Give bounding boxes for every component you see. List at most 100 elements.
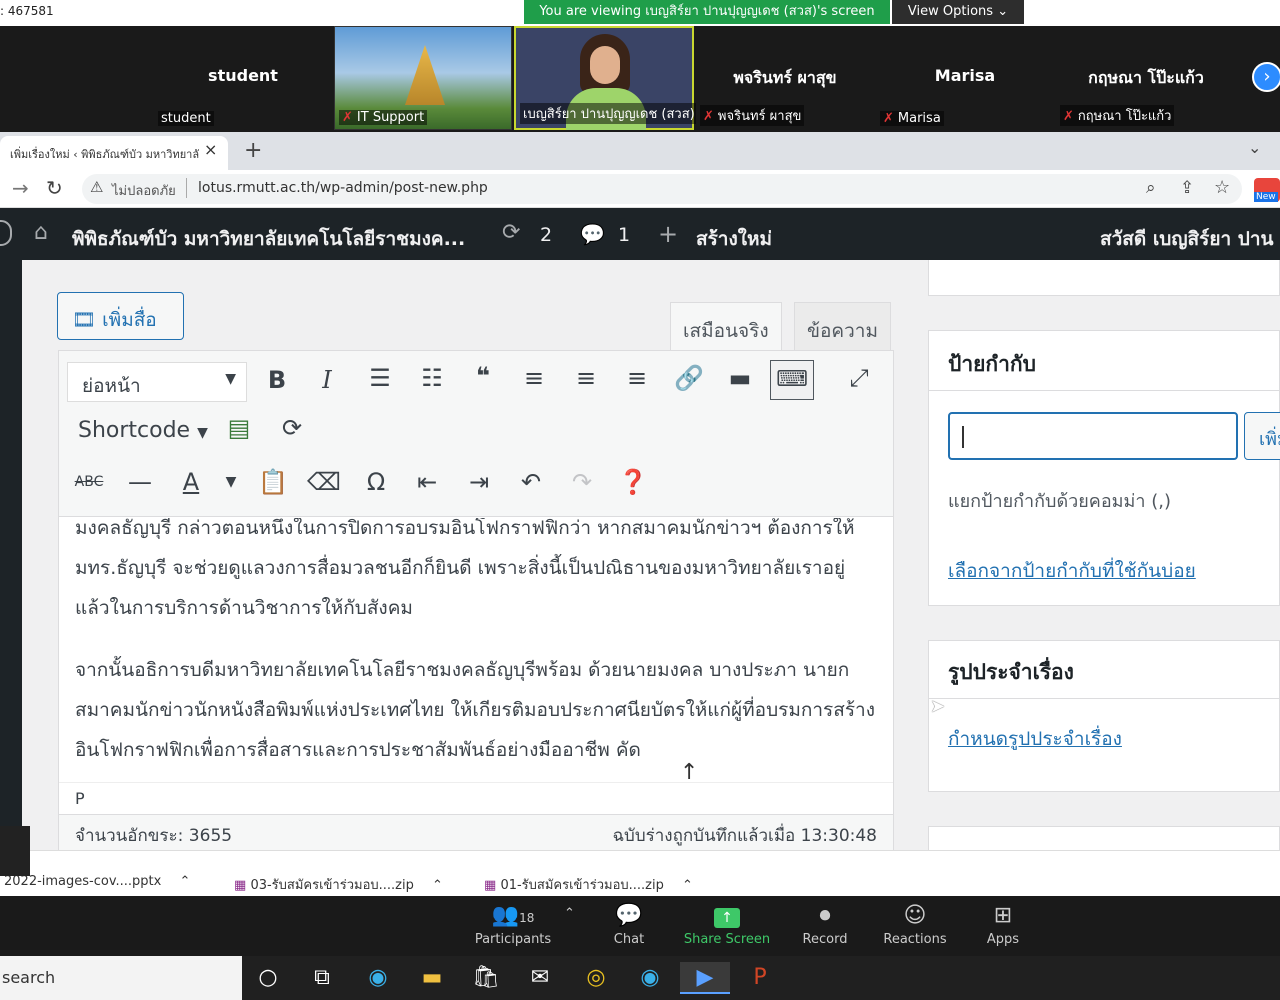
media-icon: 🎞 xyxy=(72,309,97,331)
apps-icon: ⊞ xyxy=(993,903,1013,928)
participant-caption: กฤษณา โป๊ะแก้ว xyxy=(1077,109,1172,124)
user-greeting[interactable]: สวัสดี เบญสิร์ยา ปาน xyxy=(1100,224,1274,254)
new-badge: New xyxy=(1254,192,1278,202)
tab-visual[interactable]: เสมือนจริง xyxy=(670,302,782,350)
tab-search-chevron-icon[interactable]: ⌄ xyxy=(1248,138,1261,157)
bold-icon[interactable]: B xyxy=(260,366,294,394)
text-color-dropdown-icon[interactable]: ▼ xyxy=(214,474,248,490)
undo-icon[interactable]: ↶ xyxy=(514,468,548,496)
bullet-list-icon[interactable]: ☰ xyxy=(363,364,397,392)
download-item[interactable]: ▦ 01-รับสมัครเข้าร่วมอบ....zip ⌃ xyxy=(484,874,693,895)
italic-icon[interactable]: I xyxy=(310,366,344,394)
store-icon[interactable]: 🛍 xyxy=(466,962,506,994)
share-screen-button[interactable]: ↑ Share Screen xyxy=(682,900,772,947)
warning-icon[interactable]: ⚠ xyxy=(90,178,103,196)
participant-tile[interactable]: ✗ IT Support xyxy=(334,26,512,130)
close-tab-icon[interactable]: × xyxy=(204,140,217,159)
database-icon[interactable]: ▤ xyxy=(222,414,256,442)
edge-icon[interactable]: ◉ xyxy=(358,962,398,994)
cortana-icon[interactable]: ○ xyxy=(248,962,288,994)
mic-muted-icon: ✗ xyxy=(703,109,714,124)
left-dark-panel xyxy=(0,826,30,876)
redo-icon[interactable]: ↷ xyxy=(565,468,599,496)
browser-tab[interactable]: เพิ่มเรื่องใหม่ ‹ พิพิธภัณฑ์บัว มหาวิทยา… xyxy=(0,136,228,170)
powerpoint-icon[interactable]: P xyxy=(740,962,780,994)
set-featured-image-link[interactable]: กำหนดรูปประจำเรื่อง xyxy=(948,724,1122,754)
outdent-icon[interactable]: ⇤ xyxy=(410,468,444,496)
align-left-icon[interactable]: ≡ xyxy=(517,364,551,392)
participant-tile[interactable]: พจรินทร์ ผาสุข ✗ พจรินทร์ ผาสุข xyxy=(696,26,874,130)
link-icon[interactable]: 🔗 xyxy=(672,364,706,392)
reactions-button[interactable]: ☺ Reactions xyxy=(870,900,960,947)
paste-text-icon[interactable]: 📋 xyxy=(256,468,290,496)
share-screen-label: Share Screen xyxy=(683,932,771,947)
comments-count[interactable]: 1 xyxy=(618,224,630,246)
horizontal-line-icon[interactable]: — xyxy=(123,468,157,496)
read-more-icon[interactable]: ▬ xyxy=(723,364,757,392)
zoom-app-icon[interactable]: ▶ xyxy=(680,962,730,994)
participant-tile[interactable]: student student xyxy=(154,26,332,130)
share-icon[interactable]: ⇪ xyxy=(1180,178,1194,198)
apps-button[interactable]: ⊞ Apps xyxy=(958,900,1048,947)
participant-tile[interactable]: กฤษณา โป๊ะแก้ว ✗ กฤษณา โป๊ะแก้ว xyxy=(1056,26,1236,130)
toolbar-toggle-icon[interactable]: ⌨ xyxy=(770,360,814,400)
forward-icon[interactable]: → xyxy=(12,176,29,200)
participants-caret-icon[interactable]: ⌃ xyxy=(564,906,575,921)
chrome-icon[interactable]: ◎ xyxy=(576,962,616,994)
view-options-button[interactable]: View Options ⌄ xyxy=(892,0,1024,24)
mail-icon[interactable]: ✉ xyxy=(520,962,560,994)
editor-body[interactable]: มงคลธัญบุรี กล่าวตอนหนึ่งในการปิดการอบรม… xyxy=(59,518,893,782)
tag-input[interactable] xyxy=(948,412,1238,460)
participant-tile-active-speaker[interactable]: เบญสิร์ยา ปานปุญญเดช (สวส) xyxy=(514,26,698,130)
choose-tags-link[interactable]: เลือกจากป้ายกำกับที่ใช้กันบ่อย xyxy=(948,556,1196,586)
add-media-button[interactable]: 🎞 เพิ่มสื่อ xyxy=(57,292,184,340)
windows-search-box[interactable]: search xyxy=(0,956,242,1000)
edge-icon[interactable]: ◉ xyxy=(630,962,670,994)
new-tab-icon[interactable]: + xyxy=(244,138,262,163)
refresh-icon[interactable]: ⟳ xyxy=(275,414,309,442)
tab-text[interactable]: ข้อความ xyxy=(794,302,891,350)
participants-button[interactable]: 👥18 Participants xyxy=(468,900,558,947)
record-label: Record xyxy=(802,932,848,947)
blockquote-icon[interactable]: ❝ xyxy=(466,362,500,390)
zoom-magnifier-icon[interactable]: ⌕ xyxy=(1146,178,1156,198)
new-content-link[interactable]: สร้างใหม่ xyxy=(696,224,772,254)
url-text[interactable]: lotus.rmutt.ac.th/wp-admin/post-new.php xyxy=(198,180,488,196)
record-icon: ⏺ xyxy=(819,903,831,928)
next-page-arrow-icon[interactable]: › xyxy=(1252,62,1280,92)
download-item[interactable]: ▦ 03-รับสมัครเข้าร่วมอบ....zip ⌃ xyxy=(234,874,443,895)
add-tag-button[interactable]: เพิ่ม xyxy=(1244,412,1280,460)
file-explorer-icon[interactable]: ▬ xyxy=(412,962,452,994)
record-button[interactable]: ⏺ Record xyxy=(780,900,870,947)
clear-formatting-icon[interactable]: ⌫ xyxy=(307,468,341,496)
format-select-value: ย่อหน้า xyxy=(82,375,141,397)
numbered-list-icon[interactable]: ☷ xyxy=(415,364,449,392)
updates-count[interactable]: 2 xyxy=(540,224,552,246)
shortcode-dropdown[interactable]: Shortcode ▼ xyxy=(78,418,208,443)
editor-paragraph: มงคลธัญบุรี กล่าวตอนหนึ่งในการปิดการอบรม… xyxy=(75,518,855,619)
indent-icon[interactable]: ⇥ xyxy=(462,468,496,496)
insecure-label[interactable]: ไม่ปลอดภัย xyxy=(112,180,176,201)
updates-icon[interactable]: ⟳ xyxy=(502,220,520,245)
site-name-link[interactable]: พิพิธภัณฑ์บัว มหาวิทยาลัยเทคโนโลยีราชมงค… xyxy=(72,224,465,254)
format-select[interactable]: ย่อหน้า ▼ xyxy=(67,362,247,402)
download-item[interactable]: 2022-images-cov....pptx ⌃ xyxy=(4,874,190,889)
mic-muted-icon: ✗ xyxy=(342,110,353,125)
text-color-icon[interactable]: A xyxy=(174,468,208,496)
strikethrough-icon[interactable]: ABC xyxy=(72,474,106,490)
participant-tile[interactable]: Marisa ✗ Marisa xyxy=(876,26,1054,130)
bookmark-star-icon[interactable]: ☆ xyxy=(1214,177,1230,198)
align-right-icon[interactable]: ≡ xyxy=(620,364,654,392)
comments-icon[interactable]: 💬 xyxy=(580,222,605,246)
align-center-icon[interactable]: ≡ xyxy=(569,364,603,392)
special-character-icon[interactable]: Ω xyxy=(359,468,393,496)
chat-button[interactable]: 💬 Chat xyxy=(584,900,674,947)
fullscreen-icon[interactable]: ⤢ xyxy=(842,364,876,392)
task-view-icon[interactable]: ⧉ xyxy=(302,962,342,994)
chevron-down-icon: ⌄ xyxy=(997,4,1009,19)
plus-icon[interactable]: + xyxy=(658,220,678,248)
help-icon[interactable]: ❓ xyxy=(616,468,650,496)
reload-icon[interactable]: ↻ xyxy=(46,176,63,200)
wp-admin-sidebar[interactable] xyxy=(0,260,22,850)
home-icon[interactable]: ⌂ xyxy=(34,220,48,245)
